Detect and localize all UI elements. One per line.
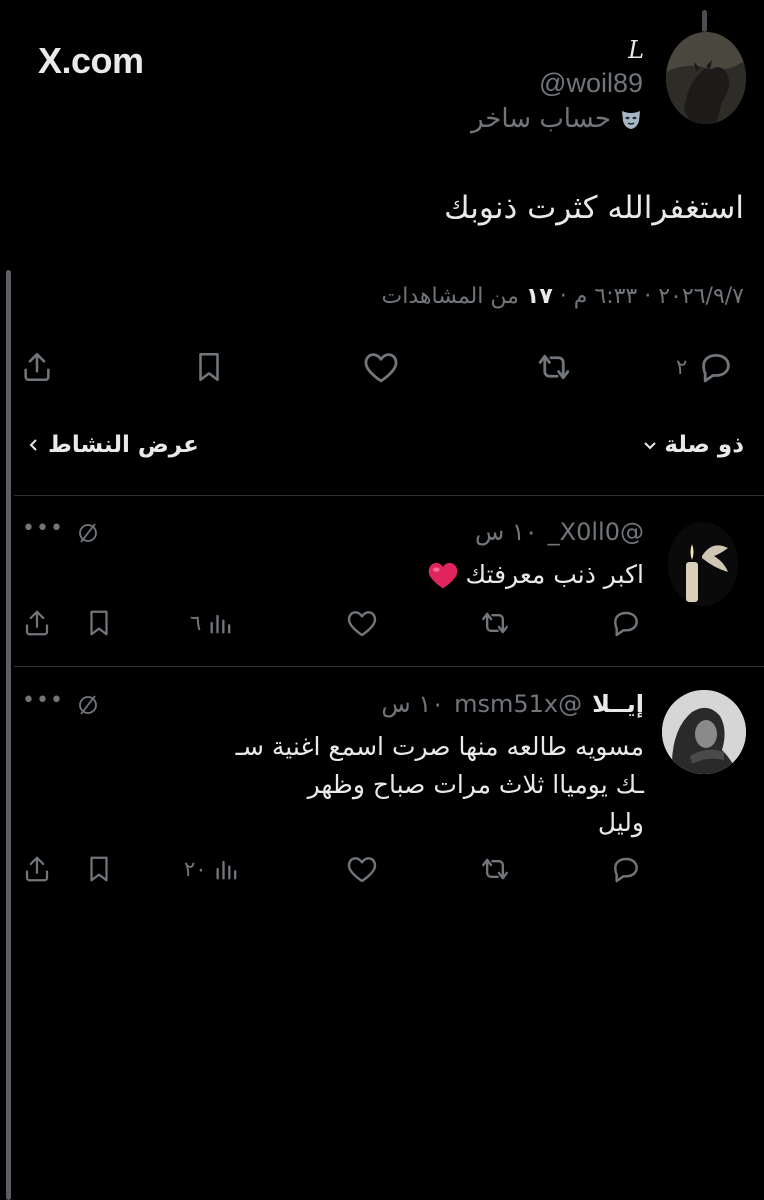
share-button[interactable]: [20, 350, 54, 384]
share-icon: [24, 352, 50, 382]
reply-share-button[interactable]: [22, 608, 52, 638]
heart-icon: [347, 857, 377, 883]
scrollbar[interactable]: [6, 270, 11, 1200]
tweet-time: ٦:٣٣ م: [573, 284, 638, 309]
reply-handle[interactable]: @msm51x: [454, 690, 582, 718]
bookmark-icon: [199, 352, 219, 382]
views-count: ١٧: [525, 284, 553, 309]
red-heart-icon: [427, 560, 459, 590]
views-label: من المشاهدات: [381, 284, 519, 309]
views-icon: [216, 860, 236, 880]
reply-views-button[interactable]: ٦: [190, 608, 235, 638]
grok-button[interactable]: [76, 692, 100, 718]
activity-label: عرض النشاط: [48, 432, 199, 458]
reply-icon: [614, 857, 638, 883]
view-activity-link[interactable]: عرض النشاط: [26, 432, 199, 458]
reply-views-count: ٦: [190, 611, 202, 635]
reply-bookmark-button[interactable]: [84, 608, 114, 638]
reply-text-line: وليل: [597, 808, 644, 837]
share-icon: [25, 610, 49, 636]
sort-dropdown[interactable]: ذو صلة: [642, 432, 744, 458]
bookmark-icon: [90, 610, 108, 636]
reply-text-line: مسويه طالعه منها صرت اسمع اغنية سـ: [235, 732, 644, 761]
reply-text-line: ـك يومياا ثلاث مرات صباح وظهر: [307, 770, 644, 799]
reply-share-button[interactable]: [22, 854, 52, 884]
reply-header: إيــلا @msm51x ١٠ س: [381, 690, 644, 718]
reply-avatar[interactable]: [662, 690, 746, 774]
reply-retweet-button[interactable]: [478, 854, 512, 884]
grok-icon: [79, 523, 97, 543]
retweet-button[interactable]: [534, 350, 574, 384]
reply-body: اكبر ذنب معرفتك: [427, 556, 644, 594]
grok-icon: [79, 695, 97, 715]
reply-text: اكبر ذنب معرفتك: [465, 560, 644, 589]
more-options-icon[interactable]: •••: [22, 516, 64, 541]
reply-avatar[interactable]: [668, 522, 738, 606]
reply-time: ١٠ س: [381, 690, 445, 718]
sort-label: ذو صلة: [664, 432, 744, 458]
reply-icon: [702, 354, 731, 383]
user-bio: حساب ساخر: [470, 104, 611, 134]
retweet-icon: [482, 612, 508, 634]
reply-body: مسويه طالعه منها صرت اسمع اغنية سـ ـك يو…: [224, 728, 644, 842]
display-name[interactable]: L: [628, 36, 644, 64]
reply-like-button[interactable]: [346, 608, 378, 638]
mask-icon: [619, 107, 643, 131]
tweet-text: استغفرالله كثرت ذنوبك: [444, 190, 744, 226]
divider: [14, 495, 764, 496]
reply-views-count: ٢٠: [184, 857, 207, 881]
reply-count: ٢: [676, 355, 688, 379]
tweet-meta: ٢٠٢٦/٩/٧ · ٦:٣٣ م · ١٧ من المشاهدات: [381, 284, 744, 309]
divider: [14, 666, 764, 667]
retweet-icon: [538, 354, 570, 380]
heart-icon: [347, 611, 377, 637]
chevron-down-icon: [644, 442, 657, 450]
drag-handle[interactable]: [702, 10, 707, 32]
like-button[interactable]: [362, 350, 400, 384]
bookmark-icon: [90, 856, 108, 882]
share-icon: [25, 856, 49, 882]
reply-header: @X0ll0_ ١٠ س: [475, 518, 644, 546]
grok-button[interactable]: [76, 520, 100, 546]
reply-handle[interactable]: @X0ll0_: [548, 518, 644, 546]
reply-name[interactable]: إيــلا: [592, 690, 644, 718]
user-handle[interactable]: @woil89: [539, 68, 643, 99]
reply-icon: [614, 611, 638, 637]
reply-reply-button[interactable]: [610, 608, 642, 638]
views-icon: [210, 614, 231, 634]
site-logo: X.com: [38, 40, 144, 81]
reply-retweet-button[interactable]: [478, 608, 512, 638]
more-options-icon[interactable]: •••: [22, 688, 64, 713]
reply-button[interactable]: ٢: [676, 350, 735, 384]
reply-bookmark-button[interactable]: [84, 854, 114, 884]
reply-reply-button[interactable]: [610, 854, 642, 884]
reply-time: ١٠ س: [474, 518, 538, 546]
reply-like-button[interactable]: [346, 854, 378, 884]
avatar[interactable]: [666, 32, 746, 124]
retweet-icon: [482, 858, 508, 880]
tweet-date: ٢٠٢٦/٩/٧: [658, 284, 744, 309]
reply-views-button[interactable]: ٢٠: [184, 854, 241, 884]
heart-icon: [364, 353, 398, 383]
bookmark-button[interactable]: [192, 350, 226, 384]
bio-line: حساب ساخر: [471, 104, 643, 134]
chevron-left-icon: [29, 439, 37, 451]
